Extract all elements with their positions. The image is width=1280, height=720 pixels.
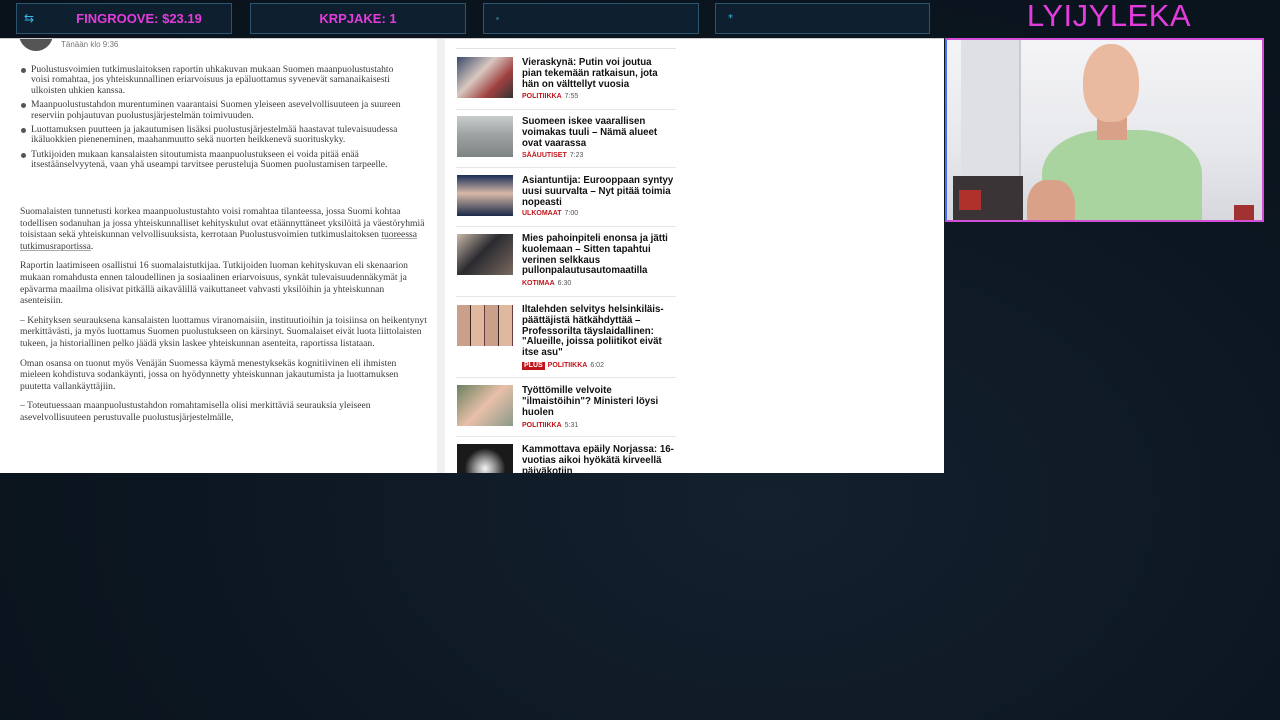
news-category[interactable]: POLITIIKKA xyxy=(548,362,588,369)
dot-icon xyxy=(496,17,499,20)
article-paragraph: – Toteutuessaan maanpuolustustahdon roma… xyxy=(20,400,371,423)
webcam-background-box xyxy=(1234,205,1254,220)
stat-fingroove: FINGROOVE: $23.19 xyxy=(76,11,202,26)
article-body: Suomalaisten tunnetusti korkea maanpuolu… xyxy=(20,206,428,432)
news-thumbnail[interactable] xyxy=(457,305,513,346)
stat-panel-fingroove: ⇆ FINGROOVE: $23.19 xyxy=(16,3,232,34)
news-headline[interactable]: Vieraskynä: Putin voi joutua pian tekemä… xyxy=(522,57,674,90)
news-meta: POLITIIKKA 5:31 xyxy=(522,422,578,430)
news-item[interactable]: Suomeen iskee vaarallisen voimakas tuuli… xyxy=(456,116,676,168)
column-divider xyxy=(437,39,445,473)
streamer-arm xyxy=(1027,180,1075,220)
article-paragraph: – Kehityksen seurauksena kansalaisten lu… xyxy=(20,314,427,349)
news-headline[interactable]: Kammottava epäily Norjassa: 16-vuotias a… xyxy=(522,444,674,473)
news-item[interactable]: Mies pahoinpiteli enonsa ja jätti kuolem… xyxy=(456,233,676,297)
news-category[interactable]: ULKOMAAT xyxy=(522,210,562,217)
stat-panel-empty xyxy=(483,3,699,34)
news-time: 6:30 xyxy=(557,280,572,287)
article-summary-list: Puolustusvoimien tutkimuslaitoksen rapor… xyxy=(20,64,412,175)
stat-panel-krpjake: KRPJAKE: 1 xyxy=(250,3,466,34)
news-divider xyxy=(456,48,676,49)
channel-name: LYIJYLEKA xyxy=(1026,0,1192,33)
summary-item: Maanpuolustustahdon murentuminen vaarant… xyxy=(20,100,412,121)
news-time: 6:02 xyxy=(590,362,604,369)
article-paragraph: Oman osansa on tuonut myös Venäjän Suome… xyxy=(20,357,399,392)
news-meta: ULKOMAAT 7:00 xyxy=(522,210,578,218)
news-meta: KOTIMAA 6:30 xyxy=(522,280,571,288)
news-headline[interactable]: Työttömille velvoite "ilmaistöihin"? Min… xyxy=(522,385,674,418)
stat-krpjake: KRPJAKE: 1 xyxy=(319,11,397,26)
plus-badge: PLUS xyxy=(522,362,545,370)
webcam-background-door xyxy=(961,40,1021,180)
webcam-feed xyxy=(945,38,1264,222)
news-item[interactable]: Vieraskynä: Putin voi joutua pian tekemä… xyxy=(456,57,676,110)
article-paragraph: Raportin laatimiseen osallistui 16 suoma… xyxy=(20,260,408,307)
summary-item: Luottamuksen puutteen ja jakautumisen li… xyxy=(20,124,412,146)
browser-window[interactable]: Tänään klo 9:36 Puolustusvoimien tutkimu… xyxy=(0,38,944,473)
news-thumbnail[interactable] xyxy=(457,175,513,216)
news-time: 7:55 xyxy=(564,93,579,100)
news-item[interactable]: Työttömille velvoite "ilmaistöihin"? Min… xyxy=(456,385,676,437)
summary-item: Puolustusvoimien tutkimuslaitoksen rapor… xyxy=(20,64,412,96)
news-thumbnail[interactable] xyxy=(457,116,513,157)
news-meta: PLUS POLITIIKKA 6:02 xyxy=(522,362,604,370)
news-time: 7:00 xyxy=(564,210,579,217)
news-thumbnail[interactable] xyxy=(457,444,513,473)
stat-panel-star: * xyxy=(715,3,930,34)
news-category[interactable]: KOTIMAA xyxy=(522,280,555,287)
news-item[interactable]: Kammottava epäily Norjassa: 16-vuotias a… xyxy=(456,444,676,473)
news-thumbnail[interactable] xyxy=(457,234,513,275)
news-meta: SÄÄUUTISET 7:23 xyxy=(522,152,583,160)
paragraph-end: . xyxy=(90,240,94,252)
streamer-head xyxy=(1083,44,1139,122)
news-headline[interactable]: Iltalehden selvitys helsinkiläis-päättäj… xyxy=(522,304,674,359)
news-time: 7:23 xyxy=(569,152,584,159)
news-time: 5:31 xyxy=(564,422,579,429)
star-icon: * xyxy=(728,13,733,24)
article-column[interactable]: Tänään klo 9:36 Puolustusvoimien tutkimu… xyxy=(0,39,437,473)
news-thumbnail[interactable] xyxy=(457,57,513,98)
news-category[interactable]: POLITIIKKA xyxy=(522,422,562,429)
news-headline[interactable]: Mies pahoinpiteli enonsa ja jätti kuolem… xyxy=(522,233,674,277)
article-timestamp: Tänään klo 9:36 xyxy=(61,40,119,49)
summary-item: Tutkijoiden mukaan kansalaisten sitoutum… xyxy=(20,149,412,171)
paragraph-text: Suomalaisten tunnetusti korkea maanpuolu… xyxy=(20,206,425,241)
news-thumbnail[interactable] xyxy=(457,385,513,426)
news-category[interactable]: POLITIIKKA xyxy=(522,93,562,100)
webcam-background-object xyxy=(959,190,981,210)
latest-news-list: Vieraskynä: Putin voi joutua pian tekemä… xyxy=(456,39,678,473)
news-item[interactable]: Asiantuntija: Eurooppaan syntyy uusi suu… xyxy=(456,175,676,227)
news-category[interactable]: SÄÄUUTISET xyxy=(522,152,567,159)
news-meta: POLITIIKKA 7:55 xyxy=(522,93,578,101)
news-headline[interactable]: Asiantuntija: Eurooppaan syntyy uusi suu… xyxy=(522,175,674,208)
article-paragraph: Suomalaisten tunnetusti korkea maanpuolu… xyxy=(20,206,428,252)
news-item[interactable]: Iltalehden selvitys helsinkiläis-päättäj… xyxy=(456,304,676,378)
news-headline[interactable]: Suomeen iskee vaarallisen voimakas tuuli… xyxy=(522,116,674,149)
author-avatar[interactable] xyxy=(19,39,53,51)
